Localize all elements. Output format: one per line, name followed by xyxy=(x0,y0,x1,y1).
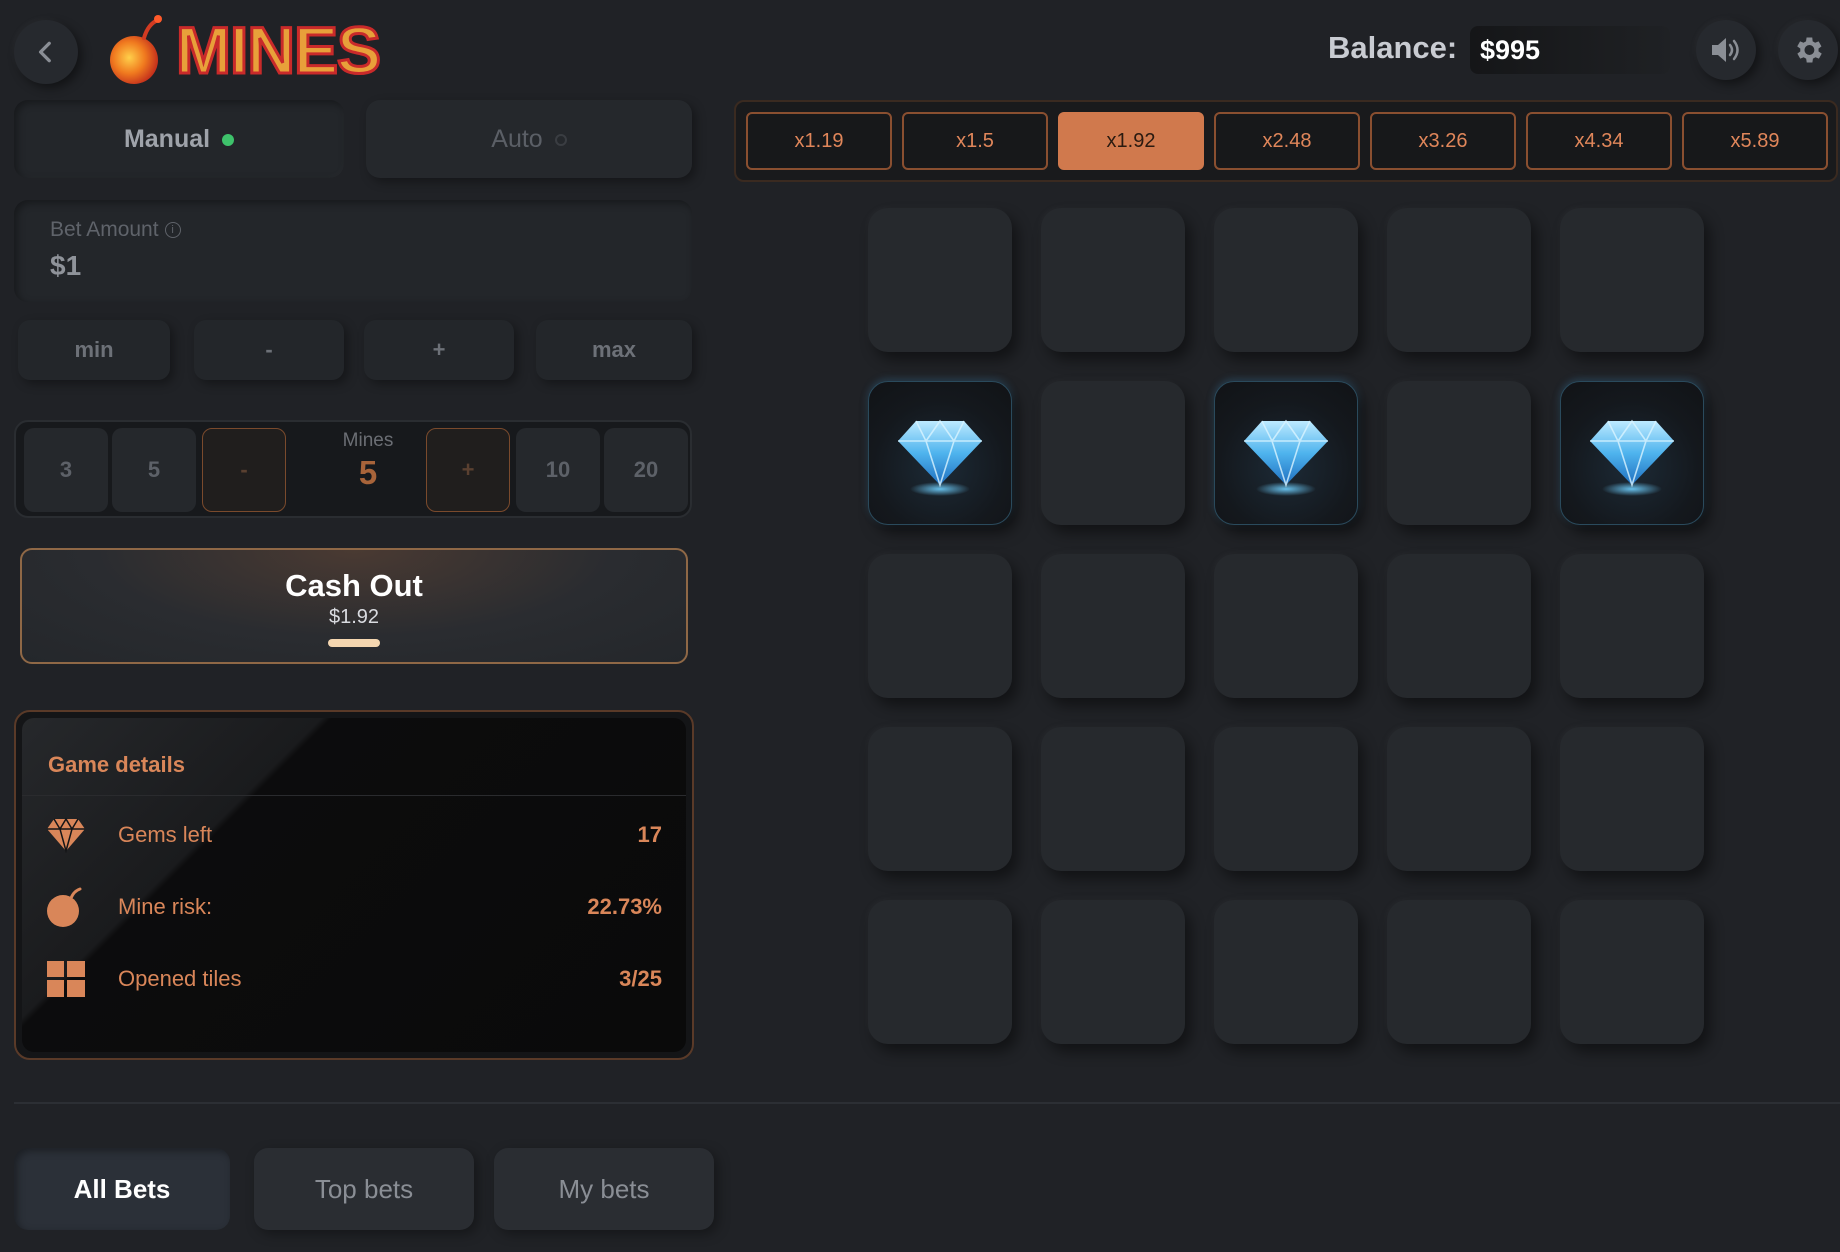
bet-increase-button[interactable]: + xyxy=(364,320,514,380)
active-status-dot xyxy=(222,134,235,146)
gems-left-value: 17 xyxy=(637,822,662,847)
chevron-left-icon xyxy=(38,41,51,63)
multiplier-chip: x4.34 xyxy=(1526,112,1672,170)
hidden-tile[interactable] xyxy=(1560,208,1704,352)
multiplier-chip: x5.89 xyxy=(1682,112,1828,170)
mines-value: 5 xyxy=(358,454,378,491)
bomb-icon xyxy=(46,887,86,927)
mines-count-display: Mines 5 xyxy=(298,430,438,492)
mine-risk-label: Mine risk: xyxy=(118,894,213,919)
hidden-tile[interactable] xyxy=(1041,208,1185,352)
hidden-tile[interactable] xyxy=(1214,208,1358,352)
speaker-icon xyxy=(1712,38,1739,62)
detail-row-gems-left: Gems left 17 xyxy=(22,810,686,860)
cash-out-button[interactable]: Cash Out $1.92 xyxy=(20,548,688,664)
tab-auto-label: Auto xyxy=(491,124,543,153)
mines-preset-5[interactable]: 5 xyxy=(112,428,196,512)
tab-top-bets[interactable]: Top bets xyxy=(254,1148,474,1230)
bet-decrease-button[interactable]: - xyxy=(194,320,344,380)
mine-risk-value: 22.73% xyxy=(587,894,662,919)
hidden-tile[interactable] xyxy=(868,208,1012,352)
bomb-icon xyxy=(110,15,162,84)
hidden-tile[interactable] xyxy=(1041,554,1185,698)
multiplier-bar: x1.19 x1.5 x1.92 x2.48 x3.26 x4.34 x5.89 xyxy=(734,100,1838,182)
hidden-tile[interactable] xyxy=(1041,900,1185,1044)
hidden-tile[interactable] xyxy=(868,900,1012,1044)
bet-amount-label-row: Bet Amount i xyxy=(50,218,656,242)
cash-out-label: Cash Out xyxy=(285,568,423,603)
multiplier-chip: x1.19 xyxy=(746,112,892,170)
hidden-tile[interactable] xyxy=(1387,900,1531,1044)
diamond-icon xyxy=(898,419,982,496)
balance-value: $995 xyxy=(1470,26,1670,74)
tab-manual[interactable]: Manual xyxy=(14,100,344,178)
cash-out-amount: $1.92 xyxy=(328,606,380,628)
grid-icon xyxy=(46,959,86,999)
cash-out-indicator xyxy=(328,639,380,647)
multiplier-chip: x1.5 xyxy=(902,112,1048,170)
diamond-icon xyxy=(1590,419,1674,496)
hidden-tile[interactable] xyxy=(1387,727,1531,871)
tab-auto[interactable]: Auto xyxy=(366,100,692,178)
opened-tiles-label: Opened tiles xyxy=(118,966,242,991)
app-logo: MINES xyxy=(106,13,383,87)
hidden-tile[interactable] xyxy=(1214,727,1358,871)
hidden-tile[interactable] xyxy=(1387,554,1531,698)
gear-icon xyxy=(1797,37,1822,63)
hidden-tile[interactable] xyxy=(1387,208,1531,352)
mines-label: Mines xyxy=(342,430,394,451)
bet-min-button[interactable]: min xyxy=(18,320,170,380)
settings-button[interactable] xyxy=(1778,20,1838,80)
info-icon[interactable]: i xyxy=(164,222,181,238)
detail-row-mine-risk: Mine risk: 22.73% xyxy=(22,882,686,932)
back-button[interactable] xyxy=(14,20,78,84)
mines-preset-3[interactable]: 3 xyxy=(24,428,108,512)
app-title: MINES xyxy=(174,13,382,87)
revealed-gem-tile[interactable] xyxy=(1560,381,1704,525)
bet-max-button[interactable]: max xyxy=(536,320,692,380)
detail-row-opened-tiles: Opened tiles 3/25 xyxy=(22,954,686,1004)
hidden-tile[interactable] xyxy=(1041,381,1185,525)
mines-preset-20[interactable]: 20 xyxy=(604,428,688,512)
bet-amount-value[interactable]: $1 xyxy=(50,250,656,282)
multiplier-chip-current: x1.92 xyxy=(1058,112,1204,170)
revealed-gem-tile[interactable] xyxy=(1214,381,1358,525)
hidden-tile[interactable] xyxy=(868,554,1012,698)
mode-tabs: Manual Auto xyxy=(14,100,692,178)
balance-label: Balance: xyxy=(1328,30,1458,65)
hidden-tile[interactable] xyxy=(868,727,1012,871)
section-divider xyxy=(14,1102,1840,1104)
hidden-tile[interactable] xyxy=(1560,727,1704,871)
hidden-tile[interactable] xyxy=(1214,554,1358,698)
hidden-tile[interactable] xyxy=(1041,727,1185,871)
hidden-tile[interactable] xyxy=(1560,554,1704,698)
diamond-icon xyxy=(1244,419,1328,496)
game-details-title: Game details xyxy=(22,718,686,796)
bet-amount-label: Bet Amount xyxy=(50,218,159,241)
multiplier-chip: x3.26 xyxy=(1370,112,1516,170)
sound-button[interactable] xyxy=(1696,20,1756,80)
mines-increase-button[interactable]: + xyxy=(426,428,510,512)
gems-left-label: Gems left xyxy=(118,822,213,847)
multiplier-chip: x2.48 xyxy=(1214,112,1360,170)
mines-preset-10[interactable]: 10 xyxy=(516,428,600,512)
tab-manual-label: Manual xyxy=(123,124,211,153)
tab-my-bets[interactable]: My bets xyxy=(494,1148,714,1230)
revealed-gem-tile[interactable] xyxy=(868,381,1012,525)
inactive-status-dot xyxy=(554,134,567,146)
mines-decrease-button[interactable]: - xyxy=(202,428,286,512)
hidden-tile[interactable] xyxy=(1387,381,1531,525)
hidden-tile[interactable] xyxy=(1560,900,1704,1044)
tab-all-bets[interactable]: All Bets xyxy=(14,1148,230,1230)
mines-selector: 3 5 - Mines 5 + 10 20 xyxy=(14,420,692,518)
hidden-tile[interactable] xyxy=(1214,900,1358,1044)
opened-tiles-value: 3/25 xyxy=(619,966,662,991)
game-details-panel: Game details Gems left 17 Mine risk: 22.… xyxy=(14,710,694,1060)
diamond-icon xyxy=(46,815,86,855)
bet-amount-field[interactable]: Bet Amount i $1 xyxy=(14,200,692,302)
